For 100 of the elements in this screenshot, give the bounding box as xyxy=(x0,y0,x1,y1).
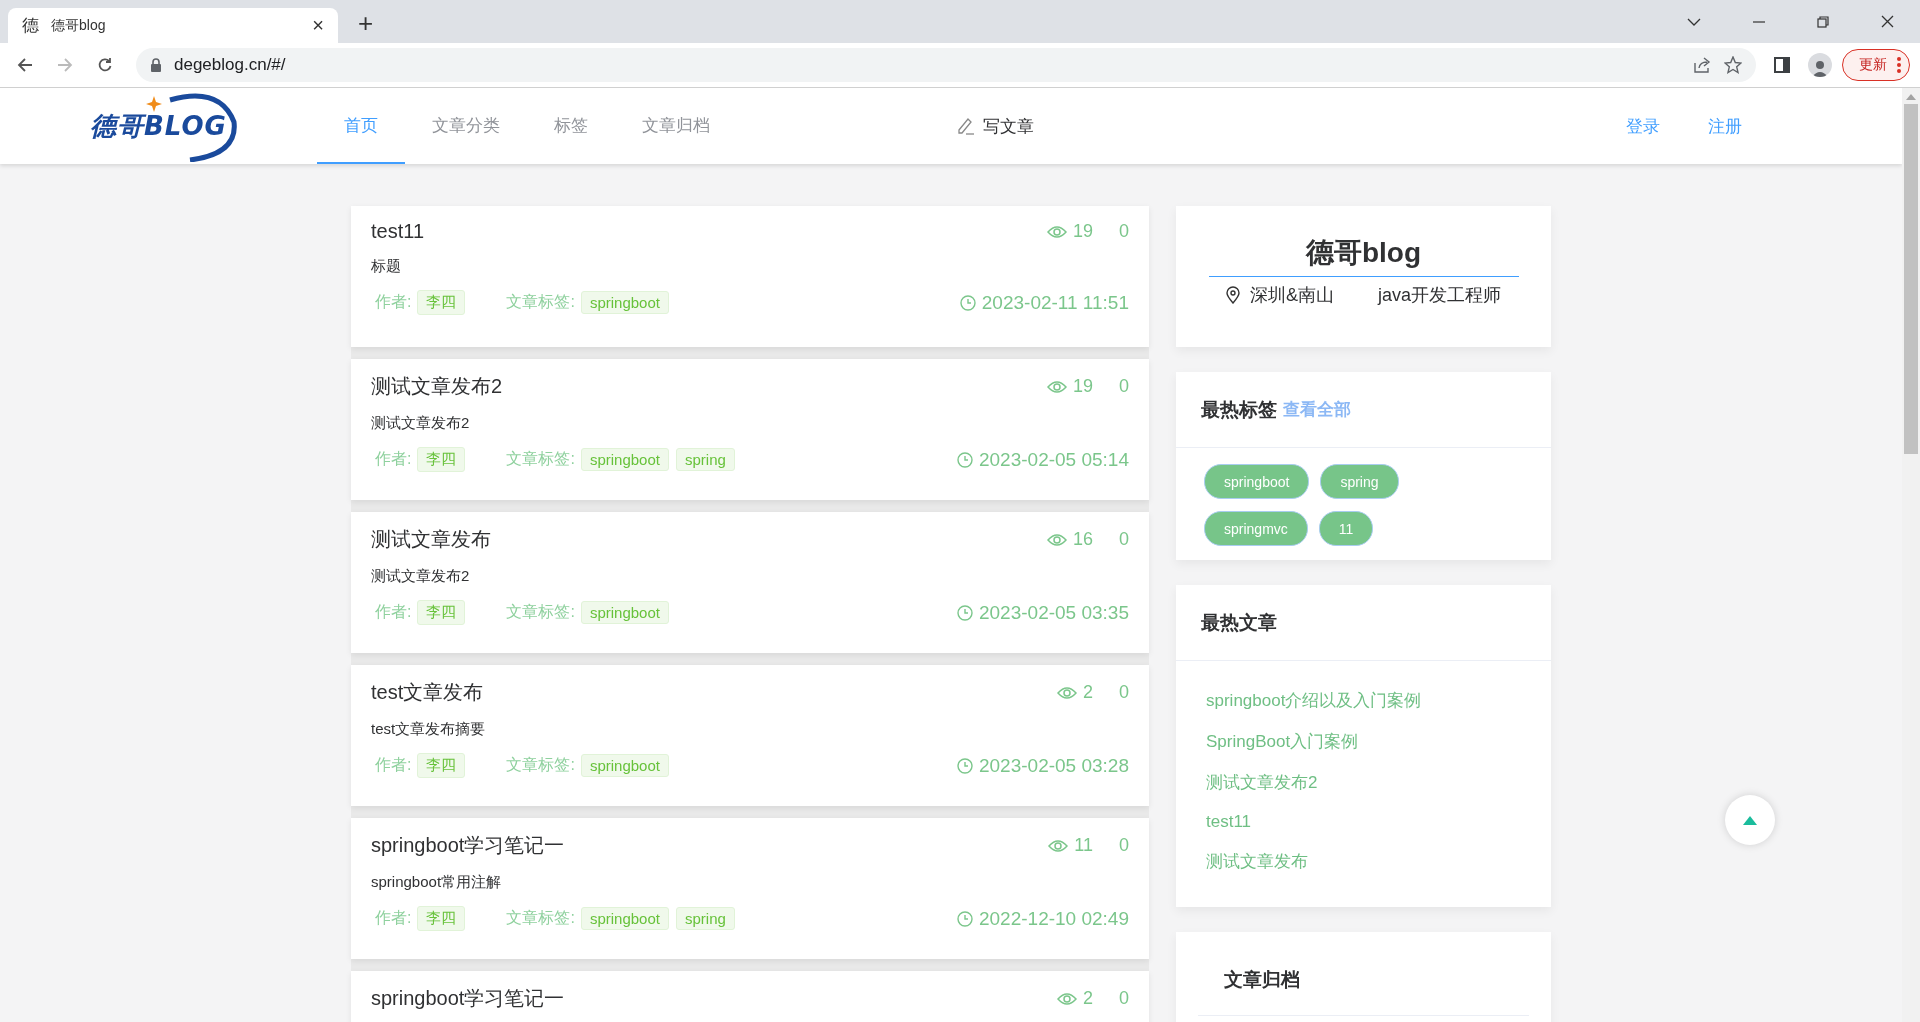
card-heading: 文章归档 xyxy=(1223,968,1301,992)
article-tag[interactable]: springboot xyxy=(580,601,669,624)
article-card[interactable]: springboot学习笔记一 2 0 xyxy=(351,971,1149,1022)
back-icon[interactable] xyxy=(17,57,33,73)
tags-label: 文章标签: xyxy=(506,908,575,928)
comment-count: 0 xyxy=(1119,221,1129,242)
share-icon[interactable] xyxy=(1694,57,1712,73)
comment-count: 0 xyxy=(1119,835,1129,856)
lock-icon xyxy=(150,58,162,72)
eye-icon xyxy=(1048,838,1069,853)
view-all-link[interactable]: 查看全部 xyxy=(1283,398,1351,421)
article-summary: test文章发布摘要 xyxy=(371,720,487,739)
article-title[interactable]: test文章发布 xyxy=(371,679,484,706)
clock-icon xyxy=(959,294,976,311)
scrollbar[interactable] xyxy=(1902,88,1920,1022)
author-tag: 李四 xyxy=(417,753,466,778)
article-title[interactable]: springboot学习笔记一 xyxy=(371,832,565,859)
article-card[interactable]: 测试文章发布 16 0 测试文章发布2 作者: 李四 文章标签: springboot 2023-02-05 03:35 xyxy=(351,512,1149,653)
site-logo[interactable]: 德哥BLOG xyxy=(0,88,317,164)
new-tab-button[interactable]: + xyxy=(352,8,380,39)
article-title[interactable]: 测试文章发布 xyxy=(371,526,491,553)
hot-article-link[interactable]: SpringBoot入门案例 xyxy=(1206,730,1521,753)
article-summary: springboot常用注解 xyxy=(371,873,503,892)
close-tab-button[interactable]: × xyxy=(312,14,324,37)
chevron-down-icon[interactable] xyxy=(1687,17,1701,26)
article-tag[interactable]: springboot xyxy=(580,291,669,314)
author-label: 作者: xyxy=(375,602,412,622)
hot-article-link[interactable]: 测试文章发布2 xyxy=(1206,771,1521,794)
view-count: 19 xyxy=(1072,221,1093,242)
close-icon[interactable] xyxy=(1881,15,1894,28)
article-tag[interactable]: spring xyxy=(675,448,735,471)
article-card[interactable]: 测试文章发布2 19 0 测试文章发布2 作者: 李四 文章标签: springboot spring 2023-02-05 05:14 xyxy=(351,359,1149,500)
register-link[interactable]: 注册 xyxy=(1708,114,1742,138)
tags-label: 文章标签: xyxy=(506,292,575,312)
nav-tab[interactable]: 首页 xyxy=(317,88,405,164)
author-label: 作者: xyxy=(375,755,412,775)
author-tag: 李四 xyxy=(417,906,466,931)
view-count: 11 xyxy=(1074,835,1093,856)
clock-icon xyxy=(957,451,973,468)
author-label: 作者: xyxy=(375,292,412,312)
article-date: 2023-02-11 11:51 xyxy=(981,291,1129,314)
article-title[interactable]: test11 xyxy=(371,220,424,243)
eye-icon xyxy=(1046,532,1067,547)
side-panel-icon[interactable] xyxy=(1774,57,1790,73)
article-card[interactable]: springboot学习笔记一 11 0 springboot常用注解 作者: 李四 文章标签: springboot spring 2022-12-10 02:49 xyxy=(351,818,1149,959)
reload-icon[interactable] xyxy=(97,57,113,73)
location-pin-icon xyxy=(1225,286,1240,304)
clock-icon xyxy=(957,910,973,927)
article-tag[interactable]: springboot xyxy=(580,448,669,471)
restore-icon[interactable] xyxy=(1817,15,1829,28)
article-date: 2023-02-05 03:35 xyxy=(979,601,1129,624)
author-label: 作者: xyxy=(375,449,412,469)
eye-icon xyxy=(1046,224,1067,239)
clock-icon xyxy=(957,757,973,774)
article-tag[interactable]: spring xyxy=(675,907,735,930)
nav-tab[interactable]: 文章分类 xyxy=(405,88,527,164)
article-date: 2022-12-10 02:49 xyxy=(979,907,1129,930)
browser-tab[interactable]: 德 德哥blog × xyxy=(8,8,338,43)
article-summary: 测试文章发布2 xyxy=(371,567,471,586)
hot-article-link[interactable]: 测试文章发布 xyxy=(1206,850,1521,873)
eye-icon xyxy=(1056,685,1077,700)
star-icon[interactable] xyxy=(1724,56,1742,74)
article-tag[interactable]: springboot xyxy=(580,754,669,777)
favicon: 德 xyxy=(22,14,39,37)
hot-article-link[interactable]: springboot介绍以及入门案例 xyxy=(1206,689,1521,712)
comment-count: 0 xyxy=(1119,682,1129,703)
comment-count: 0 xyxy=(1119,988,1129,1009)
nav-tab[interactable]: 文章归档 xyxy=(615,88,737,164)
tag-pill[interactable]: springboot xyxy=(1204,464,1310,499)
update-button[interactable]: 更新 xyxy=(1842,49,1910,81)
author-label: 作者: xyxy=(375,908,412,928)
nav-tab[interactable]: 标签 xyxy=(527,88,615,164)
view-count: 16 xyxy=(1072,529,1093,550)
comment-count: 0 xyxy=(1119,376,1129,397)
login-link[interactable]: 登录 xyxy=(1626,114,1660,138)
view-count: 2 xyxy=(1082,682,1093,703)
article-title[interactable]: 测试文章发布2 xyxy=(371,373,503,400)
article-card[interactable]: test文章发布 2 0 test文章发布摘要 作者: 李四 文章标签: springboot 2023-02-05 03:28 xyxy=(351,665,1149,806)
pencil-icon xyxy=(957,117,975,135)
article-date: 2023-02-05 03:28 xyxy=(979,754,1129,777)
profile-avatar-icon[interactable] xyxy=(1808,53,1832,77)
write-article-button[interactable]: 写文章 xyxy=(951,88,1040,164)
tag-pill[interactable]: spring xyxy=(1320,464,1399,499)
scrollbar-thumb[interactable] xyxy=(1904,104,1918,454)
article-title[interactable]: springboot学习笔记一 xyxy=(371,985,565,1012)
tab-title: 德哥blog xyxy=(51,16,107,35)
minimize-icon[interactable] xyxy=(1753,20,1765,23)
tag-pill[interactable]: 11 xyxy=(1318,511,1374,546)
tags-label: 文章标签: xyxy=(506,602,575,622)
article-tag[interactable]: springboot xyxy=(580,907,669,930)
view-count: 19 xyxy=(1072,376,1093,397)
address-bar[interactable]: degeblog.cn/#/ xyxy=(136,48,1756,82)
author-tag: 李四 xyxy=(417,600,466,625)
article-summary: 标题 xyxy=(371,257,402,276)
tag-pill[interactable]: springmvc xyxy=(1204,511,1308,546)
card-heading: 最热文章 xyxy=(1201,610,1277,635)
article-card[interactable]: test11 19 0 标题 作者: 李四 文章标签: springboot 2023-02-11 11:51 xyxy=(351,206,1149,347)
tags-label: 文章标签: xyxy=(506,449,575,469)
hot-article-link[interactable]: test11 xyxy=(1206,812,1521,832)
blog-name: 德哥blog xyxy=(1208,234,1519,277)
